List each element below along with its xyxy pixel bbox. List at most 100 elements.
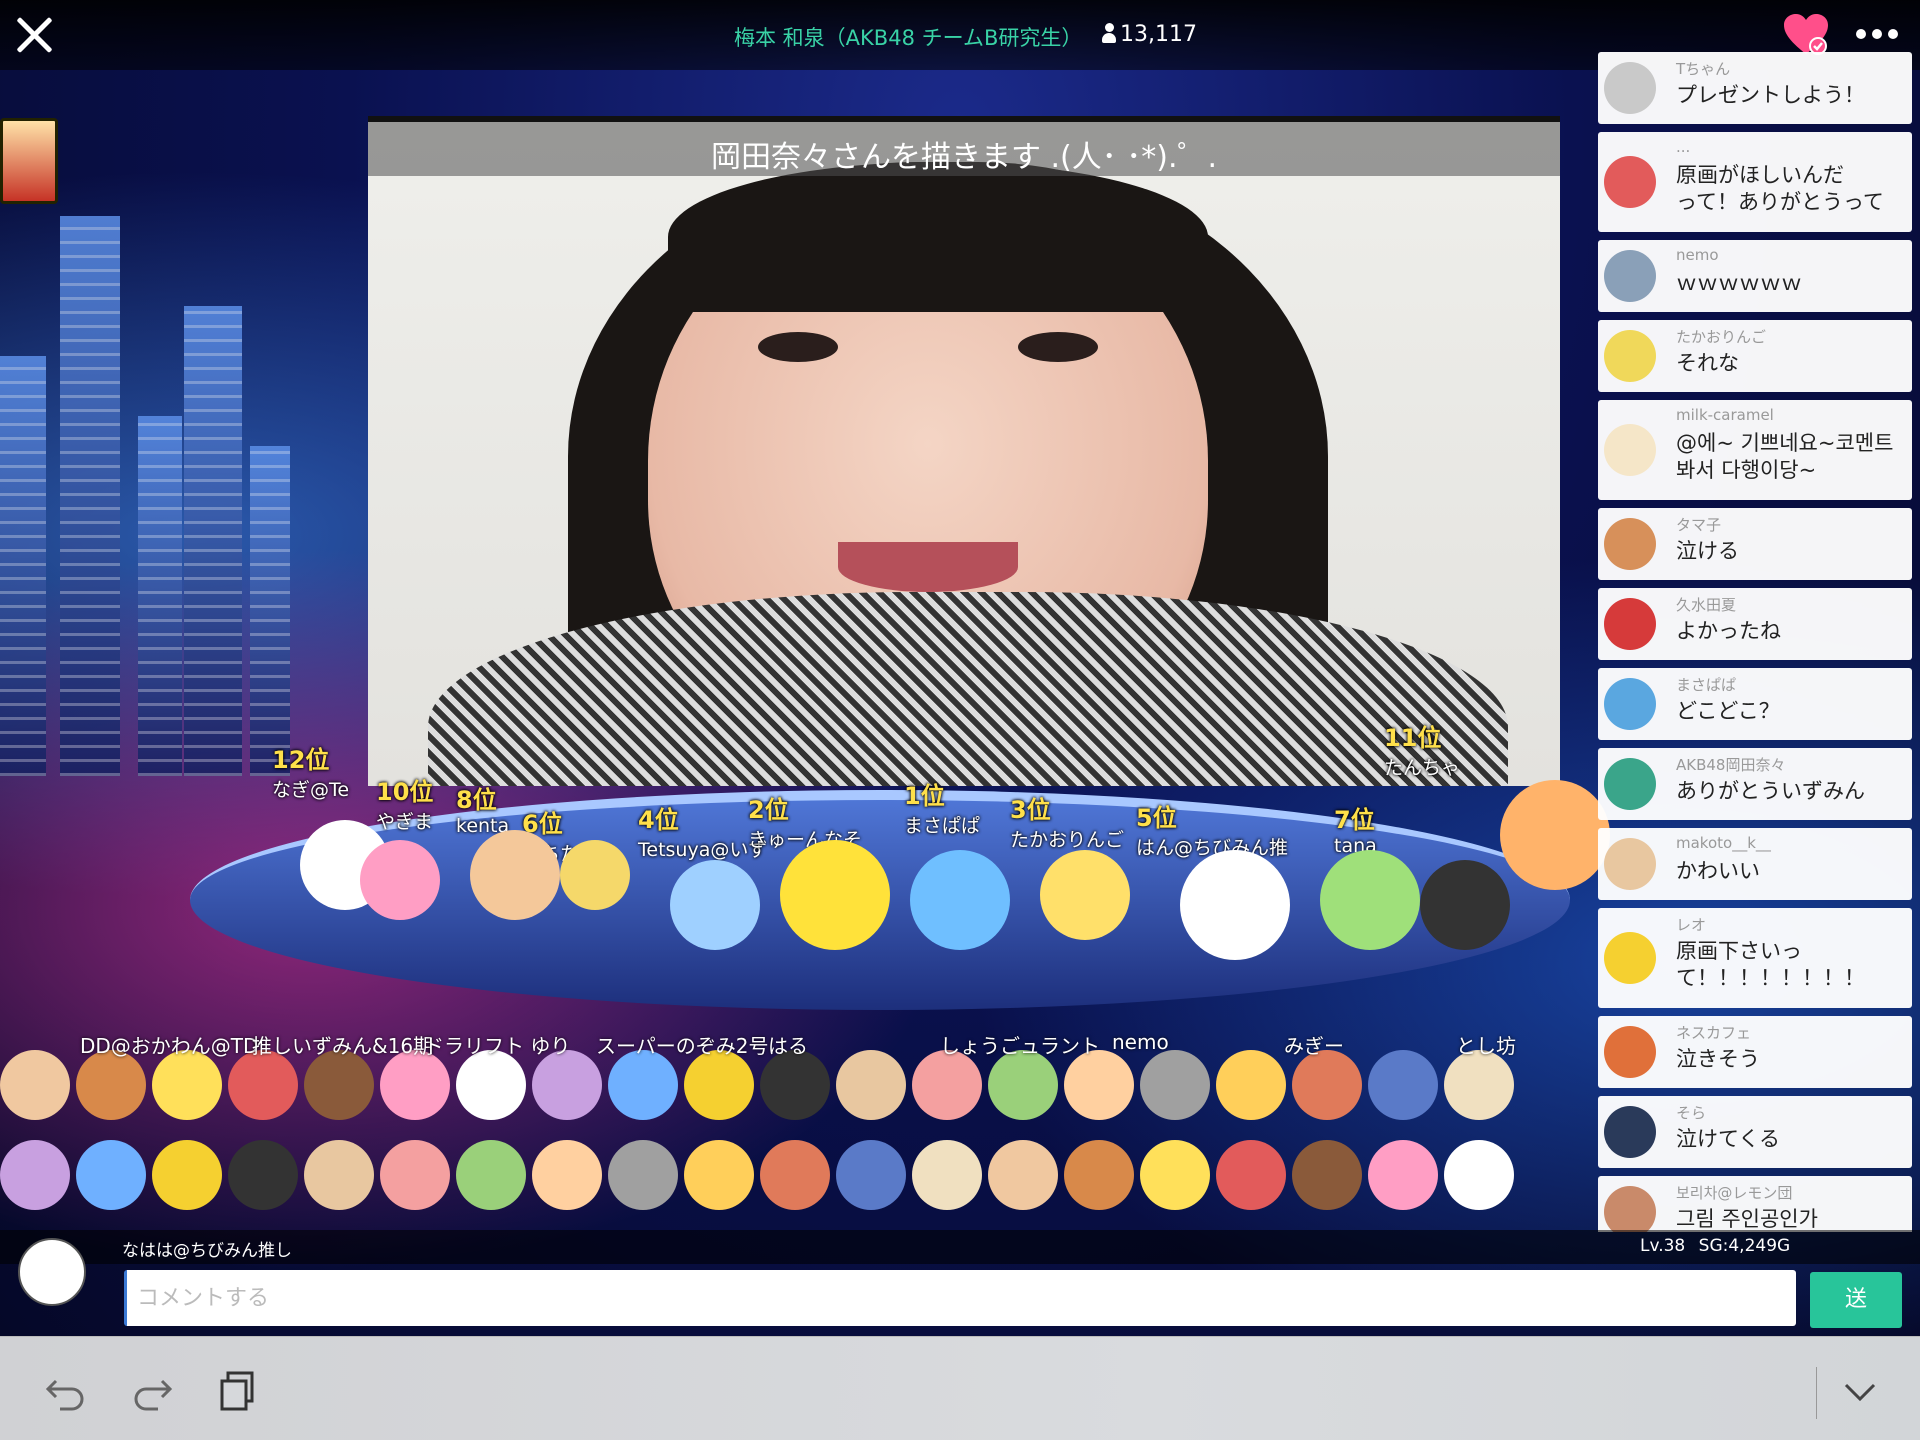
level-info: Lv.38 SG:4,249G: [1640, 1236, 1790, 1256]
comment-input[interactable]: [124, 1270, 1796, 1326]
avatar[interactable]: [1604, 1106, 1656, 1158]
comment-user: AKB48岡田奈々: [1676, 756, 1786, 774]
avatar[interactable]: [1604, 1186, 1656, 1232]
event-badge[interactable]: [0, 118, 58, 204]
heart-icon[interactable]: [1782, 12, 1830, 56]
comment-user: まさぱぱ: [1676, 676, 1737, 694]
avatar[interactable]: [1604, 424, 1656, 476]
comment-item[interactable]: そら 泣けてくる: [1598, 1096, 1912, 1168]
comment-text: 泣ける: [1676, 539, 1739, 563]
comment-user: そら: [1676, 1104, 1707, 1122]
comment-text: どこどこ？: [1676, 699, 1780, 723]
comment-item[interactable]: AKB48岡田奈々ありがとういずみん: [1598, 748, 1912, 820]
ranking-entry: 2位 きゅーんなそ: [748, 790, 862, 852]
clipboard-icon[interactable]: [214, 1367, 262, 1415]
comment-item[interactable]: makoto__k__ かわいい: [1598, 828, 1912, 900]
avatar[interactable]: [1604, 598, 1656, 650]
city-building: [0, 356, 46, 776]
avatar[interactable]: [1604, 330, 1656, 382]
comment-item[interactable]: タマ子 泣ける: [1598, 508, 1912, 580]
redo-icon[interactable]: [128, 1367, 176, 1415]
avatar[interactable]: [1604, 838, 1656, 890]
comment-item[interactable]: nemo ｗｗｗｗｗｗ: [1598, 240, 1912, 312]
fan-avatar: [1368, 1140, 1438, 1210]
comment-item[interactable]: レオ原画下さいっ て！！！！！！！！: [1598, 908, 1912, 1008]
comment-user: たかおりんご: [1676, 328, 1767, 346]
dot-icon: [1872, 29, 1882, 39]
avatar[interactable]: [1604, 62, 1656, 114]
comment-item[interactable]: Tちゃん プレゼントしよう！: [1598, 52, 1912, 124]
ranking-position: 7位: [1334, 806, 1375, 834]
fan-name: ドラリフト ゆり: [424, 1034, 571, 1058]
character-sticker: [1180, 850, 1290, 960]
fan-avatar-row: [0, 1050, 1600, 1120]
city-building: [250, 446, 290, 776]
avatar[interactable]: [18, 1238, 86, 1306]
character-sticker: [1500, 780, 1610, 890]
fan-avatar: [1064, 1050, 1134, 1120]
fan-name: しょうごュラント: [940, 1034, 1100, 1058]
ranking-position: 8位: [456, 786, 497, 814]
comment-item[interactable]: たかおりんご それな: [1598, 320, 1912, 392]
live-video[interactable]: 岡田奈々さんを描きます .(人･ ･*).゜.: [368, 116, 1560, 786]
ranking-position: 3位: [1010, 796, 1051, 824]
avatar[interactable]: [1604, 678, 1656, 730]
fan-name: スーパーのぞみ2号: [596, 1034, 769, 1058]
comment-item[interactable]: まさぱぱどこどこ？: [1598, 668, 1912, 740]
dot-icon: [1888, 29, 1898, 39]
comment-user: ...: [1676, 138, 1691, 156]
chevron-down-icon[interactable]: [1836, 1367, 1884, 1415]
fan-avatar: [1140, 1140, 1210, 1210]
avatar[interactable]: [1604, 250, 1656, 302]
character-sticker: [360, 840, 440, 920]
comment-text: ありがとういずみん: [1676, 779, 1865, 803]
stream-title: 梅本 和泉（AKB48 チームB研究生）: [734, 26, 1083, 50]
comment-text: 泣けてくる: [1676, 1127, 1780, 1151]
avatar[interactable]: [1604, 156, 1656, 208]
ranking-position: 4位: [638, 806, 679, 834]
comment-item[interactable]: ネスカフェ 泣きそう: [1598, 1016, 1912, 1088]
ranking-platform: [190, 790, 1570, 1010]
comment-user: nemo: [1676, 246, 1719, 264]
commenter-bar: なはは@ちびみん推し Lv.38 SG:4,249G: [0, 1230, 1920, 1264]
more-options-button[interactable]: [1856, 22, 1906, 46]
comment-item[interactable]: 보리차@レモン団 그림 주인공인가: [1598, 1176, 1912, 1232]
fan-avatar: [304, 1140, 374, 1210]
close-button[interactable]: [14, 14, 54, 54]
avatar[interactable]: [1604, 518, 1656, 570]
ranking-entry: 6位 もちたろう: [522, 804, 616, 866]
comment-text: 原画がほしいんだ って！ありがとうって: [1676, 163, 1884, 214]
send-button[interactable]: 送: [1810, 1272, 1902, 1328]
fan-avatar: [76, 1050, 146, 1120]
ranking-name: なぎ@Te: [272, 779, 350, 801]
city-building: [138, 416, 182, 776]
fan-name: 推しいずみん&16期: [252, 1034, 434, 1058]
comment-item[interactable]: ... 原画がほしいんだ って！ありがとうって: [1598, 132, 1912, 232]
fan-avatar: [988, 1050, 1058, 1120]
fan-avatar: [1292, 1050, 1362, 1120]
sg-value: SG:4,249G: [1698, 1236, 1791, 1256]
undo-icon[interactable]: [42, 1367, 90, 1415]
fan-avatar-row: [0, 1140, 1600, 1210]
fan-avatar: [608, 1050, 678, 1120]
fan-avatar: [836, 1140, 906, 1210]
comment-list[interactable]: Tちゃん プレゼントしよう！... 原画がほしいんだ って！ありがとうって nemo ｗ…: [1598, 52, 1912, 1232]
avatar[interactable]: [1604, 932, 1656, 984]
avatar[interactable]: [1604, 1026, 1656, 1078]
fan-avatar: [380, 1140, 450, 1210]
comment-user: レオ: [1676, 916, 1707, 934]
comment-text: かわいい: [1676, 859, 1760, 883]
ranking-position: 6位: [522, 810, 563, 838]
comment-text: 泣きそう: [1676, 1047, 1760, 1071]
fan-avatar: [1216, 1140, 1286, 1210]
comment-text: @에~ 기쁘네요~코멘트 봐서 다행이당~: [1676, 431, 1894, 482]
comment-item[interactable]: milk-caramel @에~ 기쁘네요~코멘트 봐서 다행이당~: [1598, 400, 1912, 500]
avatar[interactable]: [1604, 758, 1656, 810]
comment-item[interactable]: 久水田夏 よかったね: [1598, 588, 1912, 660]
fan-avatar: [532, 1140, 602, 1210]
comment-text: 原画下さいっ て！！！！！！！！: [1676, 939, 1865, 990]
character-sticker: [1040, 850, 1130, 940]
video-caption-bar: 岡田奈々さんを描きます .(人･ ･*).゜.: [368, 122, 1560, 176]
fan-avatar: [152, 1050, 222, 1120]
comment-user: 久水田夏: [1676, 596, 1737, 614]
